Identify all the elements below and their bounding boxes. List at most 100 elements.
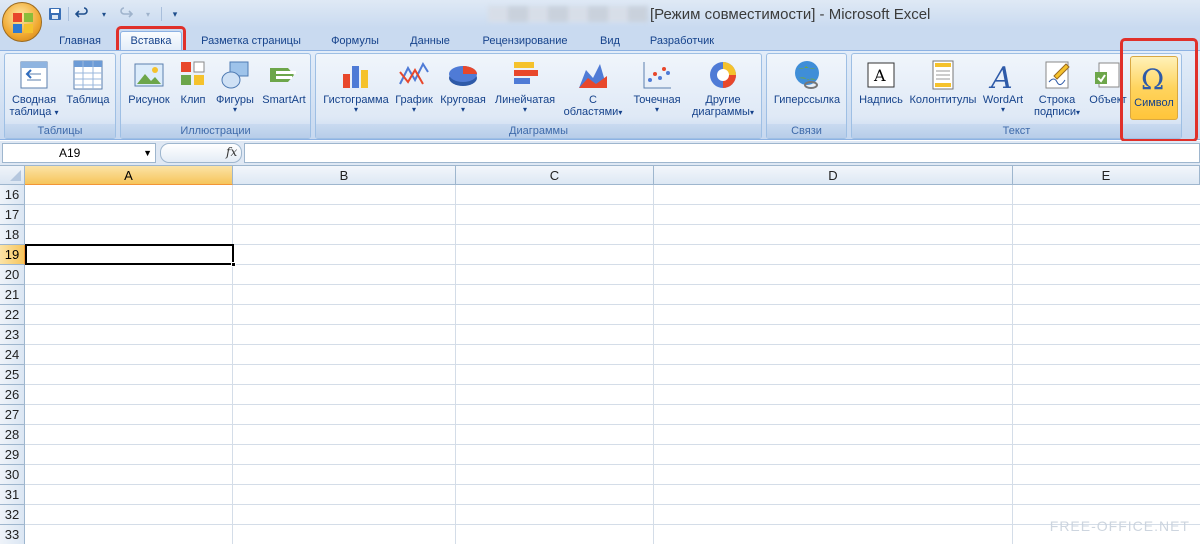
svg-text:A: A [988,61,1013,92]
area-chart-icon [576,58,610,92]
name-box[interactable]: A19 ▼ [2,143,156,163]
row-header-25[interactable]: 25 [0,365,25,385]
area-chart-button[interactable]: С областями▾ [560,58,626,118]
column-chart-icon [339,58,373,92]
other-charts-button[interactable]: Другие диаграммы▾ [688,58,758,118]
area-chart-label-1: С [589,94,597,106]
header-footer-button[interactable]: Колонтитулы [908,58,978,106]
pivot-table-button[interactable]: Сводная таблица ▾ [9,58,59,118]
save-icon[interactable] [46,5,64,23]
row-gridline [25,464,1200,465]
row-header-33[interactable]: 33 [0,525,25,544]
pie-chart-button[interactable]: Круговая ▾ [436,58,490,114]
signature-label-1: Строка [1038,94,1076,106]
picture-button[interactable]: Рисунок [125,58,173,106]
undo-icon[interactable] [73,5,91,23]
scatter-chart-button[interactable]: Точечная ▾ [628,58,686,114]
smartart-button[interactable]: SmartArt [259,58,309,106]
table-icon [71,58,105,92]
hyperlink-label: Гиперссылка [773,94,841,106]
undo-dropdown-icon[interactable]: ▾ [95,5,113,23]
row-header-28[interactable]: 28 [0,425,25,445]
shapes-icon [218,58,252,92]
signature-line-button[interactable]: Строка подписи▾ [1028,58,1086,118]
row-header-27[interactable]: 27 [0,405,25,425]
row-header-31[interactable]: 31 [0,485,25,505]
row-header-19[interactable]: 19 [0,245,25,265]
customize-icon[interactable]: ▾ [166,5,184,23]
row-gridline [25,384,1200,385]
textbox-button[interactable]: A Надпись [856,58,906,106]
group-illustrations: Рисунок Клип Фигуры ▾ SmartArt Иллюстрац… [120,53,311,139]
formula-input[interactable] [244,143,1200,163]
other-charts-label-1: Другие [705,94,741,106]
row-header-22[interactable]: 22 [0,305,25,325]
column-header-b[interactable]: B [233,166,456,185]
header-footer-label: Колонтитулы [909,94,977,106]
window-title: [Режим совместимости] - Microsoft Excel [650,6,931,23]
qat-separator [161,7,162,21]
chevron-down-icon: ▾ [1000,105,1005,114]
row-gridline [25,444,1200,445]
column-header-d[interactable]: D [654,166,1013,185]
row-header-21[interactable]: 21 [0,285,25,305]
bar-chart-button[interactable]: Линейчатая ▾ [492,58,558,114]
tab-home[interactable]: Главная [52,31,108,50]
tab-formulas[interactable]: Формулы [322,31,388,50]
blurred-filename [488,6,648,22]
row-gridline [25,304,1200,305]
worksheet-grid[interactable]: ABCDE 16 17 18 19 20 21 22 23 24 25 26 27 28 29 30 31 32… [0,166,1200,544]
column-header-e[interactable]: E [1013,166,1200,185]
pivot-table-icon [17,58,51,92]
group-illustrations-label: Иллюстрации [121,124,310,138]
quick-access-toolbar: ▾ ▾ ▾ [46,4,184,24]
row-header-32[interactable]: 32 [0,505,25,525]
redo-dropdown-icon[interactable]: ▾ [139,5,157,23]
tab-developer[interactable]: Разработчик [640,31,724,50]
row-header-17[interactable]: 17 [0,205,25,225]
chevron-down-icon: ▾ [460,105,465,114]
row-header-20[interactable]: 20 [0,265,25,285]
scatter-chart-icon [640,58,674,92]
line-chart-icon [397,58,431,92]
formula-bar: A19 ▼ fx [0,141,1200,166]
row-header-18[interactable]: 18 [0,225,25,245]
row-header-30[interactable]: 30 [0,465,25,485]
tab-review[interactable]: Рецензирование [472,31,578,50]
globe-icon [790,58,824,92]
clip-art-icon [176,58,210,92]
chevron-down-icon: ▾ [353,105,358,114]
insert-function-icon[interactable]: fx [226,145,237,159]
table-button[interactable]: Таблица [63,58,113,106]
chevron-down-icon: ▾ [522,105,527,114]
smartart-label: SmartArt [262,94,306,106]
tab-data[interactable]: Данные [400,31,460,50]
chevron-down-icon[interactable]: ▼ [143,144,152,162]
row-header-23[interactable]: 23 [0,325,25,345]
redo-icon[interactable] [117,5,135,23]
row-header-24[interactable]: 24 [0,345,25,365]
clip-label: Клип [180,94,206,106]
fill-handle[interactable] [231,262,236,267]
column-header-c[interactable]: C [456,166,654,185]
area-chart-label-2: областями [563,106,619,118]
select-all-button[interactable] [0,166,25,185]
active-cell[interactable] [25,244,236,267]
clip-button[interactable]: Клип [175,58,211,106]
row-header-26[interactable]: 26 [0,385,25,405]
row-header-29[interactable]: 29 [0,445,25,465]
tab-page-layout[interactable]: Разметка страницы [192,31,310,50]
wordart-icon: A [986,58,1020,96]
office-button[interactable] [2,2,42,42]
row-header-16[interactable]: 16 [0,185,25,205]
wordart-button[interactable]: A WordArt ▾ [980,58,1026,114]
line-chart-button[interactable]: График ▾ [394,58,434,114]
column-chart-button[interactable]: Гистограмма ▾ [320,58,392,114]
tab-view[interactable]: Вид [590,31,630,50]
hyperlink-button[interactable]: Гиперссылка [770,58,844,106]
column-header-a[interactable]: A [25,166,233,185]
textbox-icon: A [864,58,898,92]
watermark: FREE-OFFICE.NET [1049,518,1190,534]
pivot-table-label-1: Сводная [11,94,57,106]
shapes-button[interactable]: Фигуры ▾ [213,58,257,114]
